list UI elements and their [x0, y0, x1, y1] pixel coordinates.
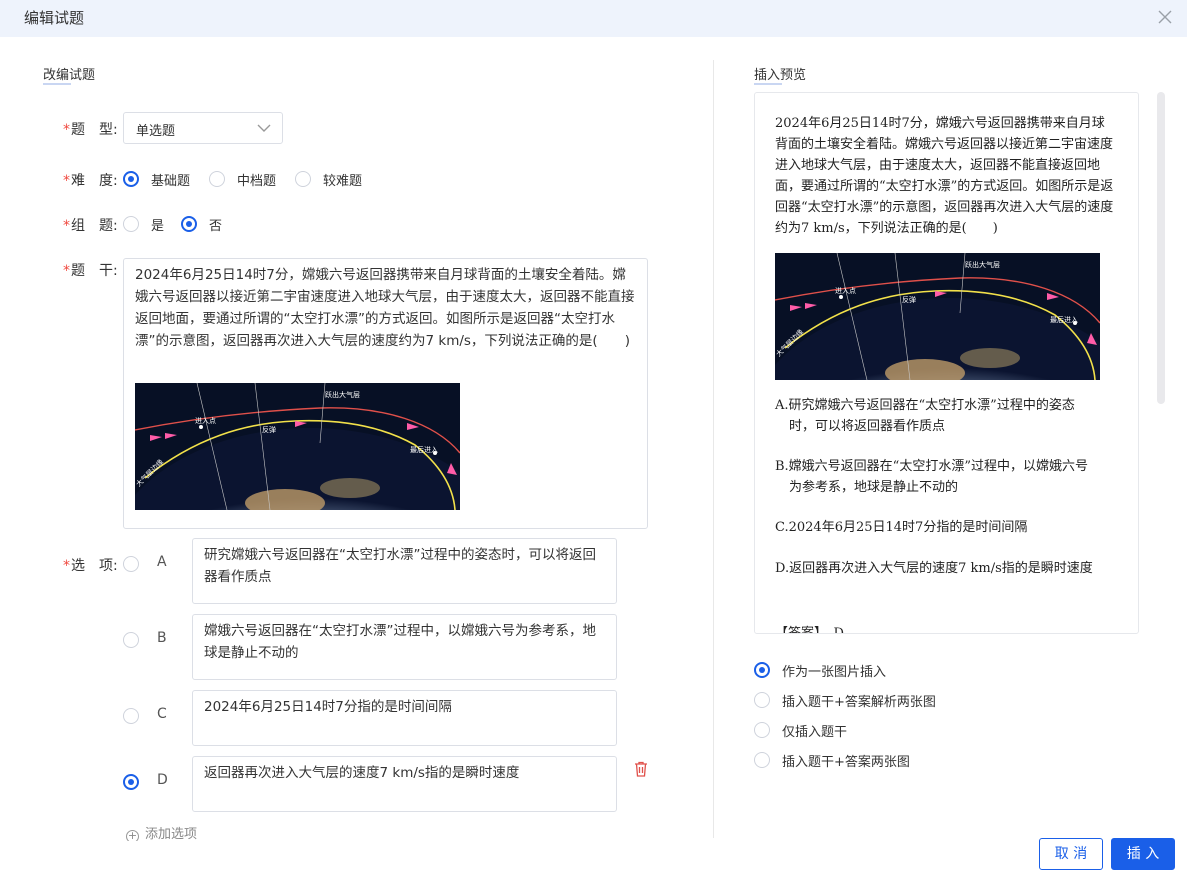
preview-answer: 【答案】 D: [775, 626, 844, 634]
option-a-input[interactable]: 研究嫦娥六号返回器在“太空打水漂”过程中的姿态时，可以将返回器看作质点: [192, 538, 617, 604]
dialog-title: 编辑试题: [24, 9, 85, 27]
required-mark: *: [63, 173, 70, 189]
option-b-letter: B: [157, 630, 167, 646]
option-a-radio[interactable]: [123, 556, 139, 572]
insert-mode-stem-only: 仅插入题干: [782, 725, 848, 740]
insert-mode-stem-answer: 插入题干+答案两张图: [782, 755, 910, 770]
difficulty-option-basic: 基础题: [151, 174, 191, 189]
preview-figure: 进入点 反弹 跃出大气层 最后进入 大气层边缘: [775, 253, 1100, 380]
option-c-radio[interactable]: [123, 708, 139, 724]
question-type-value: 单选题: [136, 124, 176, 139]
required-mark: *: [63, 263, 70, 279]
insert-mode-stem-analysis: 插入题干+答案解析两张图: [782, 695, 936, 710]
difficulty-option-medium: 中档题: [237, 174, 277, 189]
difficulty-radio-medium[interactable]: [209, 171, 225, 187]
option-b-radio[interactable]: [123, 632, 139, 648]
option-c-letter: C: [157, 706, 167, 722]
insert-mode-radio-image[interactable]: [754, 662, 770, 678]
figure-label-final: 最后进入: [410, 445, 438, 454]
group-radio-yes[interactable]: [123, 216, 139, 232]
option-b-text: 嫦娥六号返回器在“太空打水漂”过程中，以嫦娥六号为参考系，地球是静止不动的: [204, 623, 596, 661]
option-d-text: 返回器再次进入大气层的速度7 km/s指的是瞬时速度: [204, 765, 520, 781]
preview-stem-text: 2024年6月25日14时7分，嫦娥六号返回器携带来自月球背面的土壤安全着陆。嫦…: [775, 116, 1114, 236]
type-label: *题 型:: [63, 122, 118, 138]
close-icon[interactable]: [1151, 3, 1179, 31]
insert-button[interactable]: 插 入: [1111, 838, 1175, 870]
group-option-yes: 是: [151, 219, 165, 234]
difficulty-label: *难 度:: [63, 173, 118, 189]
required-mark: *: [63, 558, 70, 574]
preview-scrollbar[interactable]: [1157, 92, 1165, 404]
plus-circle-icon: +: [126, 829, 139, 841]
preview-figure-label-enter: 进入点: [835, 287, 856, 295]
option-c-input[interactable]: 2024年6月25日14时7分指的是时间间隔: [192, 690, 617, 746]
chevron-down-icon: [257, 124, 271, 132]
option-a-text: 研究嫦娥六号返回器在“太空打水漂”过程中的姿态时，可以将返回器看作质点: [204, 547, 596, 585]
required-mark: *: [63, 218, 70, 234]
dialog-header: 编辑试题: [0, 0, 1187, 37]
column-divider: [713, 60, 714, 838]
cancel-button[interactable]: 取 消: [1039, 838, 1103, 870]
group-option-no: 否: [209, 219, 223, 234]
stem-label: *题 干:: [63, 263, 118, 279]
insert-preview-panel[interactable]: 2024年6月25日14时7分，嫦娥六号返回器携带来自月球背面的土壤安全着陆。嫦…: [754, 92, 1139, 634]
stem-figure: 进入点 反弹 跃出大气层 最后进入 大气层边缘: [135, 383, 460, 510]
difficulty-radio-hard[interactable]: [295, 171, 311, 187]
figure-label-bounce: 反弹: [262, 425, 276, 434]
insert-mode-radio-stem-only[interactable]: [754, 722, 770, 738]
difficulty-radio-basic[interactable]: [123, 171, 139, 187]
figure-label-exit: 跃出大气层: [325, 390, 360, 399]
insert-mode-radio-stem-answer[interactable]: [754, 752, 770, 768]
stem-text: 2024年6月25日14时7分，嫦娥六号返回器携带来自月球背面的土壤安全着陆。嫦…: [135, 267, 635, 349]
add-option-label: 添加选项: [145, 827, 198, 841]
preview-option-d: D.返回器再次进入大气层的速度7 km/s指的是瞬时速度: [775, 561, 1093, 576]
preview-figure-label-bounce: 反弹: [902, 295, 916, 304]
preview-option-c: C.2024年6月25日14时7分指的是时间间隔: [775, 520, 1028, 535]
delete-option-icon[interactable]: [632, 760, 650, 778]
option-c-text: 2024年6月25日14时7分指的是时间间隔: [204, 699, 452, 715]
group-radio-no[interactable]: [181, 216, 197, 232]
difficulty-option-hard: 较难题: [323, 174, 363, 189]
preview-figure-label-exit: 跃出大气层: [965, 260, 1000, 269]
stem-editor[interactable]: 2024年6月25日14时7分，嫦娥六号返回器携带来自月球背面的土壤安全着陆。嫦…: [123, 258, 648, 529]
insert-mode-radio-stem-analysis[interactable]: [754, 692, 770, 708]
preview-option-b: B.嫦娥六号返回器在“太空打水漂”过程中，以嫦娥六号 为参考系，地球是静止不动的: [775, 459, 1088, 495]
required-mark: *: [63, 122, 70, 138]
option-d-input[interactable]: 返回器再次进入大气层的速度7 km/s指的是瞬时速度: [192, 756, 617, 812]
option-b-input[interactable]: 嫦娥六号返回器在“太空打水漂”过程中，以嫦娥六号为参考系，地球是静止不动的: [192, 614, 617, 680]
option-a-letter: A: [157, 554, 167, 570]
option-d-radio[interactable]: [123, 774, 139, 790]
question-type-select[interactable]: 单选题: [123, 112, 283, 144]
options-label: *选 项:: [63, 558, 118, 574]
preview-section-title: 插入预览: [754, 64, 806, 85]
preview-figure-label-final: 最后进入: [1050, 315, 1078, 324]
add-option-button[interactable]: + 添加选项: [126, 823, 197, 841]
group-label: *组 题:: [63, 218, 118, 234]
edit-section-title: 改编试题: [43, 64, 95, 85]
preview-option-a: A.研究嫦娥六号返回器在“太空打水漂”过程中的姿态 时，可以将返回器看作质点: [775, 398, 1075, 434]
figure-label-enter: 进入点: [195, 417, 216, 425]
insert-mode-image: 作为一张图片插入: [782, 665, 887, 680]
option-d-letter: D: [157, 772, 168, 788]
